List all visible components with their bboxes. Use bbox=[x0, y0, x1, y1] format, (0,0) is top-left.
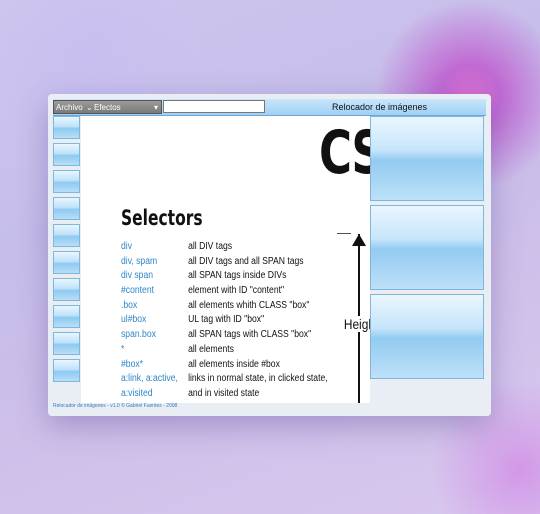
list-item: #content element with ID "content" bbox=[121, 284, 345, 299]
menu-archivo[interactable]: Archivo bbox=[56, 101, 83, 115]
app-window: Archivo ⌄ Efectos ▾ Relocador de imágene… bbox=[48, 94, 491, 416]
image-canvas[interactable]: CS Selectors div all DIV tags div, spam al… bbox=[81, 116, 370, 403]
selector-key: .box bbox=[121, 299, 138, 311]
selector-desc: all DIV tags and all SPAN tags bbox=[188, 255, 304, 267]
sidebar-thumb-button[interactable] bbox=[53, 359, 80, 382]
selector-desc: all elements inside #box bbox=[188, 358, 280, 370]
selector-desc: all elements whith CLASS "box" bbox=[188, 299, 310, 311]
arrow-up-icon bbox=[352, 234, 366, 246]
selector-key: span.box bbox=[121, 329, 156, 341]
selector-key: a:link, a:active, bbox=[121, 373, 178, 385]
selector-desc: links in normal state, in clicked state, bbox=[188, 373, 328, 385]
list-item: div span all SPAN tags inside DIVs bbox=[121, 269, 345, 284]
list-item: #box* all elements inside #box bbox=[121, 358, 345, 373]
list-item: .box all elements whith CLASS "box" bbox=[121, 299, 345, 314]
sidebar-thumb-button[interactable] bbox=[53, 143, 80, 166]
menu-bar[interactable]: Archivo ⌄ Efectos ▾ bbox=[53, 100, 162, 114]
sidebar-thumb-button[interactable] bbox=[53, 170, 80, 193]
section-heading: Selectors bbox=[121, 206, 203, 230]
menu-efectos[interactable]: Efectos bbox=[94, 101, 121, 115]
sidebar-thumb-button[interactable] bbox=[53, 224, 80, 247]
selector-key: ul#box bbox=[121, 314, 147, 326]
list-item: * all elements bbox=[121, 343, 345, 358]
selector-desc: all DIV tags bbox=[188, 241, 233, 252]
height-label: Heigh bbox=[343, 316, 370, 332]
selector-key: div span bbox=[121, 270, 154, 282]
list-item: div, spam all DIV tags and all SPAN tags bbox=[121, 255, 345, 270]
list-item: a:visited and in visited state bbox=[121, 387, 345, 402]
selector-list: div all DIV tags div, spam all DIV tags an… bbox=[121, 240, 370, 402]
selector-key: * bbox=[121, 343, 125, 355]
effect-button[interactable] bbox=[370, 116, 484, 201]
chevron-down-icon[interactable]: ⌄ bbox=[86, 101, 93, 115]
effects-panel bbox=[370, 116, 484, 381]
selector-desc: all SPAN tags with CLASS "box" bbox=[188, 329, 312, 341]
selector-desc: UL tag with ID "box" bbox=[188, 314, 265, 326]
selector-desc: element with ID "content" bbox=[188, 285, 285, 297]
thumbnail-sidebar bbox=[53, 116, 80, 403]
selector-key: div bbox=[121, 241, 133, 252]
sidebar-thumb-button[interactable] bbox=[53, 305, 80, 328]
sidebar-thumb-button[interactable] bbox=[53, 278, 80, 301]
status-bar: Relocador de imágenes - v1.0 © Gabriel F… bbox=[53, 403, 178, 409]
toolbar: Archivo ⌄ Efectos ▾ Relocador de imágene… bbox=[53, 99, 486, 116]
list-item: a:link, a:active, links in normal state, … bbox=[121, 372, 345, 387]
dropdown-arrow-icon[interactable]: ▾ bbox=[154, 101, 158, 115]
effect-button[interactable] bbox=[370, 205, 484, 290]
selector-desc: all SPAN tags inside DIVs bbox=[188, 270, 287, 282]
search-input[interactable] bbox=[163, 100, 265, 113]
selector-desc: and in visited state bbox=[188, 387, 260, 399]
selector-desc: all elements bbox=[188, 343, 234, 355]
window-title: Relocador de imágenes bbox=[331, 102, 428, 112]
list-item: ul#box UL tag with ID "box" bbox=[121, 313, 345, 328]
sidebar-thumb-button[interactable] bbox=[53, 251, 80, 274]
selector-key: #box* bbox=[121, 358, 143, 370]
selector-key: div, spam bbox=[121, 255, 158, 267]
list-item: div all DIV tags bbox=[121, 240, 345, 255]
sidebar-thumb-button[interactable] bbox=[53, 332, 80, 355]
selector-key: a:visited bbox=[121, 387, 153, 399]
sidebar-thumb-button[interactable] bbox=[53, 197, 80, 220]
effect-button[interactable] bbox=[370, 294, 484, 379]
big-heading: CS bbox=[319, 118, 370, 188]
selector-key: #content bbox=[121, 285, 155, 297]
tick-line bbox=[337, 233, 351, 234]
list-item: span.box all SPAN tags with CLASS "box" bbox=[121, 328, 345, 343]
sidebar-thumb-button[interactable] bbox=[53, 116, 80, 139]
